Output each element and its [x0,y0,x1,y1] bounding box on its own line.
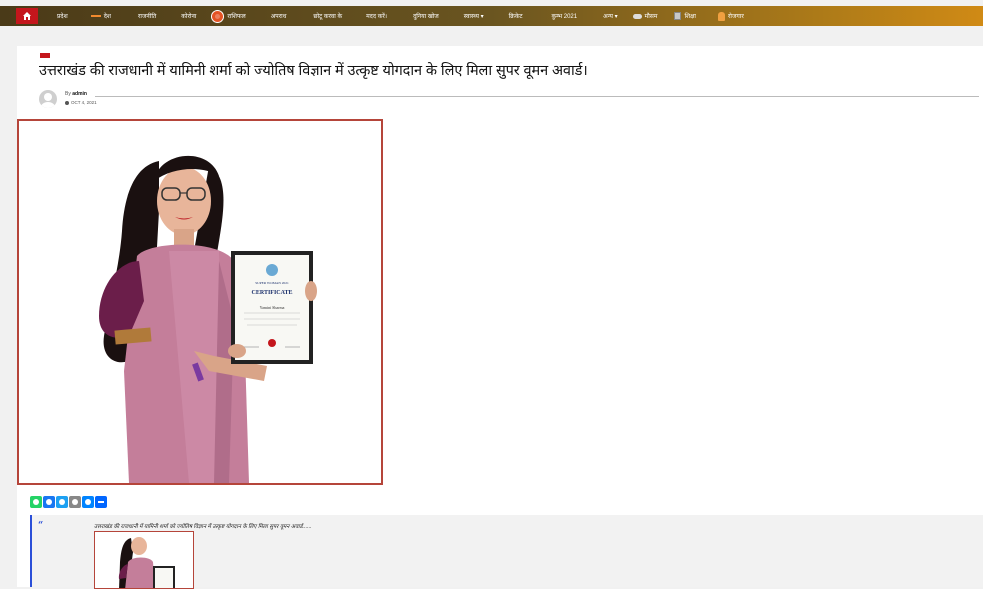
by-label: By [65,91,71,97]
share-buttons [30,496,107,508]
author-avatar [39,90,57,108]
article-container: उत्तराखंड की राजधानी में यामिनी शर्मा को… [17,46,983,589]
thumbnail-photo [95,532,193,588]
person-icon [717,11,725,21]
nav-item-kumbh[interactable]: कुम्भ 2021 [551,12,577,20]
messenger-icon [85,499,91,505]
post-date-text: OCT 4, 2021 [71,100,97,105]
certificate-name: Yamini Sharma [260,305,285,310]
whatsapp-icon [33,499,39,505]
cloud-icon [632,13,642,19]
featured-image: SUPER WOMAN 2021 CERTIFICATE Yamini Shar… [17,119,383,485]
nav-item-pradesh[interactable]: प्रदेश [57,12,68,20]
book-icon [674,12,682,20]
home-icon [23,12,31,20]
nav-item-desh[interactable]: देश [90,12,111,20]
certificate-title: CERTIFICATE [251,290,292,296]
messenger-share-button[interactable] [82,496,94,508]
article-meta: By admin OCT 4, 2021 [39,90,979,110]
nav-item-chhotu[interactable]: छोटू करवा के [313,12,342,20]
nav-menu: प्रदेश देश राजनीति कोरोना राशिफल अपराध छ… [38,6,744,26]
top-navigation-bar: प्रदेश देश राजनीति कोरोना राशिफल अपराध छ… [0,6,983,26]
nav-item-rojgar[interactable]: रोजगार [717,11,744,21]
facebook-icon [46,499,52,505]
woman-with-certificate-photo: SUPER WOMAN 2021 CERTIFICATE Yamini Shar… [19,121,381,483]
nav-item-anya[interactable]: अन्य ▾ [603,12,618,20]
twitter-share-button[interactable] [56,496,68,508]
quote-icon: “ [38,521,44,531]
whatsapp-share-button[interactable] [30,496,42,508]
zodiac-icon [211,9,225,23]
nav-item-rashifal[interactable]: राशिफल [211,9,246,23]
byline: By admin [65,91,87,97]
author-link[interactable]: admin [72,91,87,97]
nav-item-duniya[interactable]: दुनिया खोज [413,12,439,20]
quote-thumbnail[interactable] [94,531,194,589]
nav-item-madad[interactable]: मदद करें। [366,12,387,20]
nav-item-shiksha[interactable]: शिक्षा [674,12,696,20]
plus-icon [98,501,104,503]
article-title: उत्तराखंड की राजधानी में यामिनी शर्मा को… [39,63,588,79]
certificate-header: SUPER WOMAN 2021 [255,281,289,285]
quote-text: उत्तराखंड की राजधानी में यामिनी शर्मा को… [94,524,312,530]
email-share-button[interactable] [69,496,81,508]
more-share-button[interactable] [95,496,107,508]
nav-item-apradh[interactable]: अपराध [271,12,287,20]
facebook-share-button[interactable] [43,496,55,508]
clock-icon [65,100,69,105]
nav-item-swasthya[interactable]: स्वास्थ्य ▾ [464,12,484,20]
meta-divider [95,96,979,97]
category-badge[interactable] [40,53,50,58]
twitter-icon [59,499,65,505]
email-icon [72,499,78,505]
nav-item-cricket[interactable]: क्रिकेट [509,12,523,20]
post-date: OCT 4, 2021 [65,100,97,105]
home-button[interactable] [16,8,38,24]
nav-item-corona[interactable]: कोरोना [181,12,196,20]
blockquote: “ उत्तराखंड की राजधानी में यामिनी शर्मा … [30,515,983,589]
nav-item-mausam[interactable]: मौसम [632,12,657,20]
line-icon [90,15,101,17]
nav-item-rajniti[interactable]: राजनीति [138,12,156,20]
